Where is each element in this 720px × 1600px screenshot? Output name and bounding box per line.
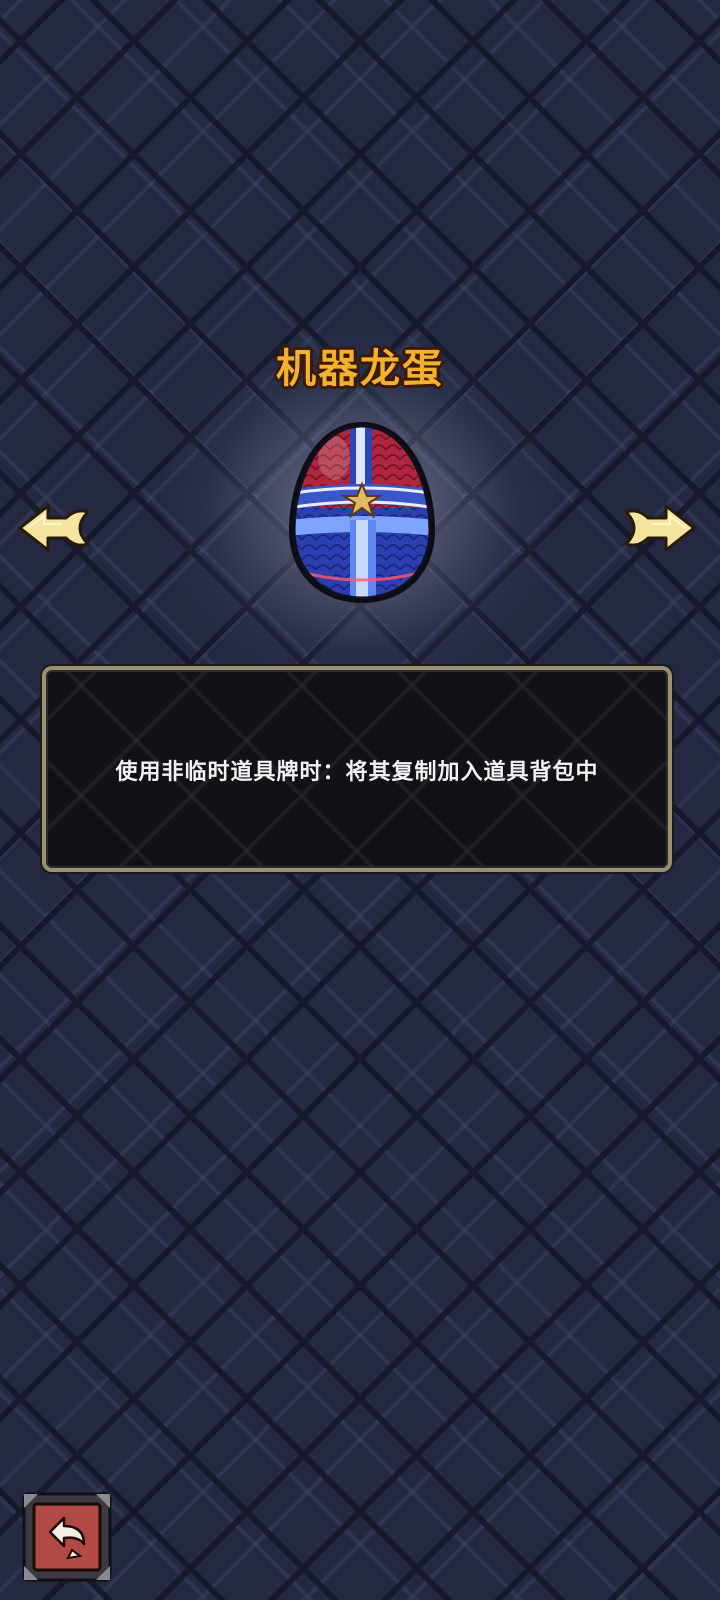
back-button[interactable] [22,1492,112,1582]
item-description: 使用非临时道具牌时：将其复制加入道具背包中 [115,760,599,785]
right-arrow-icon[interactable] [620,498,700,558]
item-detail-screen: 机器龙蛋 使用非临时道具牌时：将其复制加入道具背包中 [0,0,720,1600]
item-title: 机器龙蛋 [276,346,444,392]
description-panel: 使用非临时道具牌时：将其复制加入道具背包中 [42,666,672,872]
robot-dragon-egg-icon [289,422,435,603]
left-arrow-icon[interactable] [14,498,94,558]
